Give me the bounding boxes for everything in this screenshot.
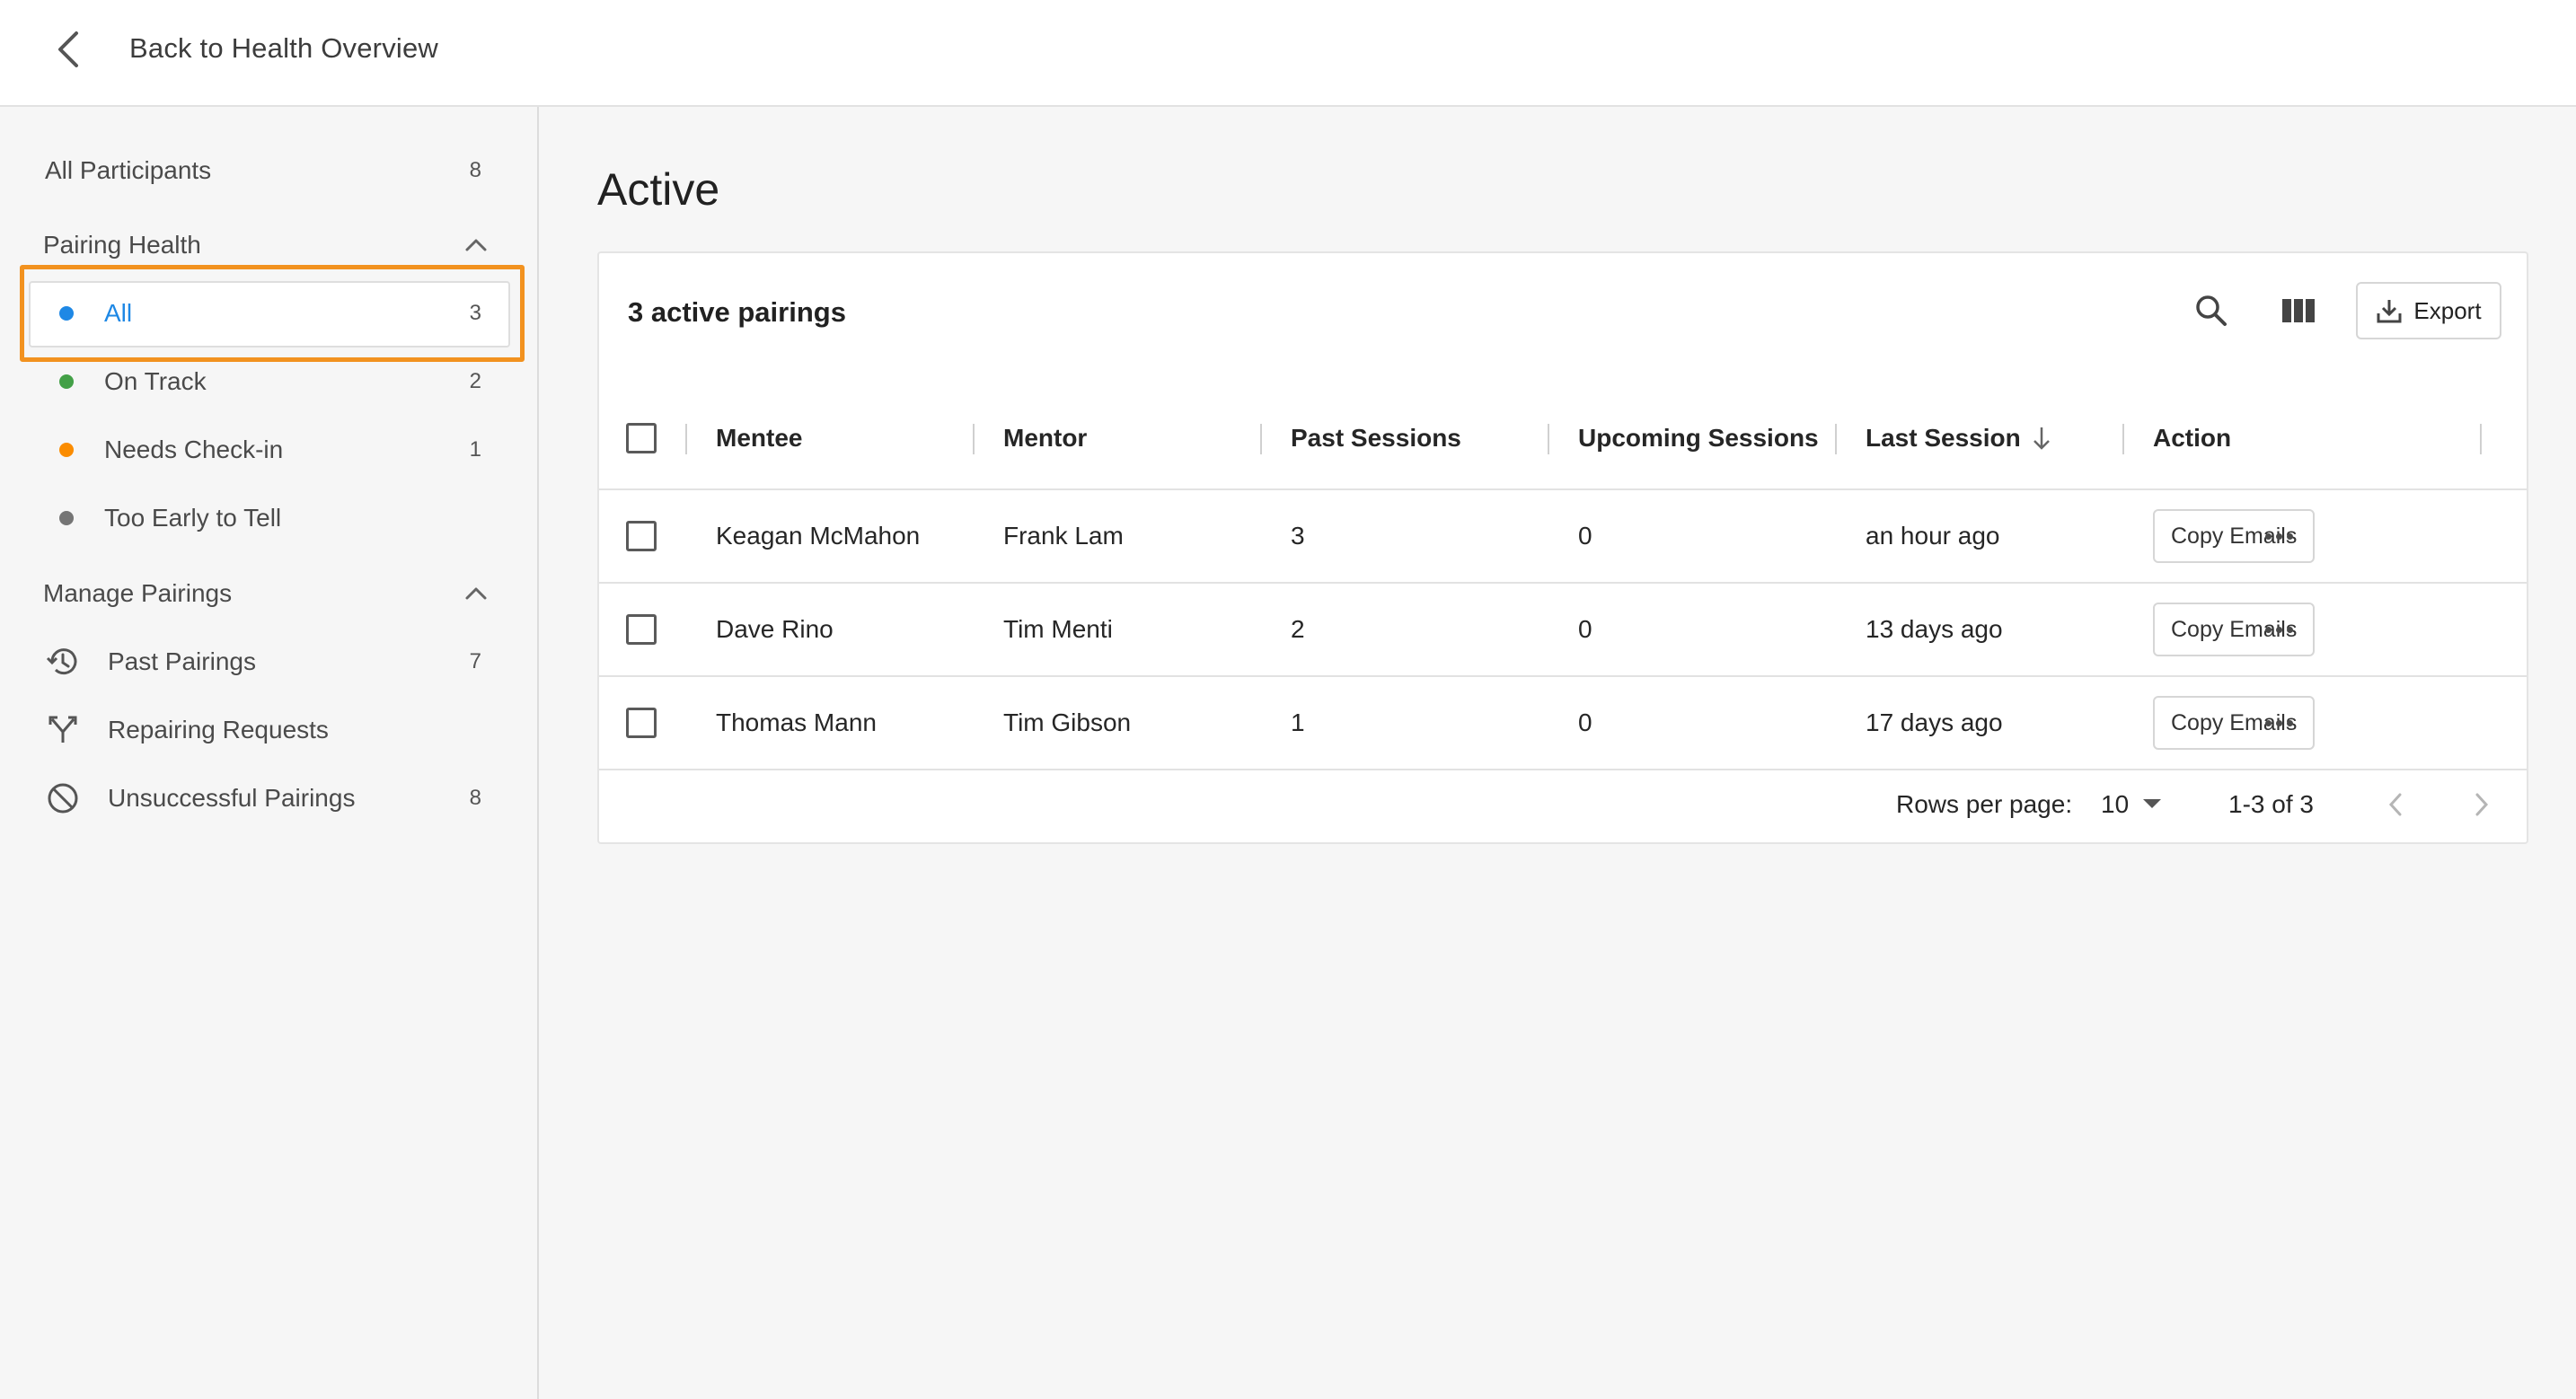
pagination: Rows per page: 10 1-3 of 3: [599, 767, 2527, 842]
sidebar-item-past-pairings[interactable]: Past Pairings 7: [23, 635, 512, 689]
sidebar-item-label: All: [104, 299, 133, 327]
select-all-checkbox[interactable]: [626, 423, 657, 453]
columns-icon[interactable]: [2272, 284, 2325, 338]
dropdown-arrow-icon: [2143, 799, 2162, 808]
section-manage-pairings[interactable]: Manage Pairings: [23, 571, 512, 616]
merge-icon: [45, 712, 81, 748]
top-bar: Back to Health Overview: [0, 0, 2576, 107]
block-icon: [45, 780, 81, 816]
column-divider: [685, 424, 687, 454]
column-divider: [1548, 424, 1549, 454]
sidebar-item-label: Repairing Requests: [108, 716, 329, 743]
past-sessions-cell: 1: [1291, 708, 1305, 736]
table-row: Keagan McMahon Frank Lam 3 0 an hour ago…: [599, 490, 2527, 584]
more-options-icon[interactable]: [2256, 705, 2301, 741]
column-divider: [1835, 424, 1837, 454]
sidebar-item-count: 3: [469, 301, 481, 325]
export-label: Export: [2413, 296, 2482, 324]
page-range: 1-3 of 3: [2228, 790, 2314, 818]
download-icon: [2377, 300, 2402, 323]
last-session-cell: 13 days ago: [1866, 615, 2003, 643]
column-divider: [2122, 424, 2124, 454]
sidebar-item-label: Too Early to Tell: [104, 504, 282, 532]
pairings-card: 3 active pairings Export Mentee Mentor P…: [597, 251, 2528, 844]
export-button[interactable]: Export: [2356, 282, 2501, 339]
column-divider: [2480, 424, 2482, 454]
sidebar-item-label: Needs Check-in: [104, 436, 284, 463]
column-header-label: Last Session: [1866, 424, 2021, 452]
rows-per-page-label: Rows per page:: [1896, 790, 2073, 818]
back-link[interactable]: Back to Health Overview: [129, 32, 438, 65]
upcoming-sessions-cell: 0: [1578, 615, 1592, 643]
status-dot-orange: [59, 443, 74, 457]
past-sessions-cell: 3: [1291, 522, 1305, 550]
search-icon[interactable]: [2184, 284, 2238, 338]
table-row: Thomas Mann Tim Gibson 1 0 17 days ago C…: [599, 677, 2527, 770]
next-page-icon[interactable]: [2473, 767, 2491, 842]
status-dot-gray: [59, 511, 74, 525]
history-icon: [45, 644, 81, 680]
mentor-cell: Tim Gibson: [1003, 708, 1132, 736]
section-title: Manage Pairings: [43, 579, 233, 607]
sidebar-item-count: 7: [469, 649, 481, 673]
mentee-cell: Keagan McMahon: [716, 522, 921, 550]
row-checkbox[interactable]: [626, 614, 657, 645]
column-divider: [1260, 424, 1262, 454]
column-header-mentor[interactable]: Mentor: [1003, 388, 1087, 488]
sidebar-item-repairing-requests[interactable]: Repairing Requests: [23, 703, 512, 757]
sidebar-item-label: Unsuccessful Pairings: [108, 784, 356, 812]
upcoming-sessions-cell: 0: [1578, 708, 1592, 736]
sidebar-item-all[interactable]: All 3: [23, 286, 512, 340]
more-options-icon[interactable]: [2256, 612, 2301, 647]
mentor-cell: Frank Lam: [1003, 522, 1124, 550]
arrow-down-icon: [2033, 427, 2050, 450]
mentor-cell: Tim Menti: [1003, 615, 1113, 643]
rows-per-page-value: 10: [2101, 790, 2130, 818]
column-header-mentee[interactable]: Mentee: [716, 388, 802, 488]
column-header-last-session[interactable]: Last Session: [1866, 388, 2053, 488]
sidebar-item-count: 2: [469, 369, 481, 393]
chevron-up-icon[interactable]: [463, 233, 489, 255]
back-icon[interactable]: [50, 27, 86, 72]
sidebar-item-all-participants[interactable]: All Participants 8: [23, 144, 512, 198]
sidebar-item-needs-check-in[interactable]: Needs Check-in 1: [23, 423, 512, 477]
last-session-cell: 17 days ago: [1866, 708, 2003, 736]
column-divider: [973, 424, 975, 454]
section-title: Pairing Health: [43, 231, 201, 259]
sidebar-item-count: 8: [469, 786, 481, 810]
column-header-past-sessions[interactable]: Past Sessions: [1291, 388, 1461, 488]
column-header-upcoming-sessions[interactable]: Upcoming Sessions: [1578, 388, 1819, 488]
card-title: 3 active pairings: [628, 296, 846, 328]
sidebar-item-unsuccessful-pairings[interactable]: Unsuccessful Pairings 8: [23, 771, 512, 825]
table-header: Mentee Mentor Past Sessions Upcoming Ses…: [599, 388, 2527, 490]
row-checkbox[interactable]: [626, 521, 657, 551]
sidebar-item-label: All Participants: [45, 156, 212, 184]
sidebar-item-label: Past Pairings: [108, 647, 256, 675]
last-session-cell: an hour ago: [1866, 522, 2000, 550]
section-pairing-health[interactable]: Pairing Health: [23, 223, 512, 268]
prev-page-icon[interactable]: [2386, 767, 2404, 842]
upcoming-sessions-cell: 0: [1578, 522, 1592, 550]
page-title: Active: [597, 164, 720, 215]
sidebar-item-count: 8: [469, 158, 481, 182]
mentee-cell: Dave Rino: [716, 615, 834, 643]
column-header-action: Action: [2153, 424, 2232, 452]
status-dot-blue: [59, 306, 74, 321]
past-sessions-cell: 2: [1291, 615, 1305, 643]
sidebar-item-count: 1: [469, 437, 481, 462]
table-row: Dave Rino Tim Menti 2 0 13 days ago Copy…: [599, 584, 2527, 677]
sidebar-item-too-early[interactable]: Too Early to Tell: [23, 491, 512, 545]
sidebar-item-label: On Track: [104, 367, 207, 395]
chevron-up-icon[interactable]: [463, 582, 489, 603]
row-checkbox[interactable]: [626, 708, 657, 738]
rows-per-page-select[interactable]: 10: [2101, 767, 2162, 842]
status-dot-green: [59, 374, 74, 389]
more-options-icon[interactable]: [2256, 518, 2301, 554]
sidebar-item-on-track[interactable]: On Track 2: [23, 355, 512, 409]
mentee-cell: Thomas Mann: [716, 708, 877, 736]
